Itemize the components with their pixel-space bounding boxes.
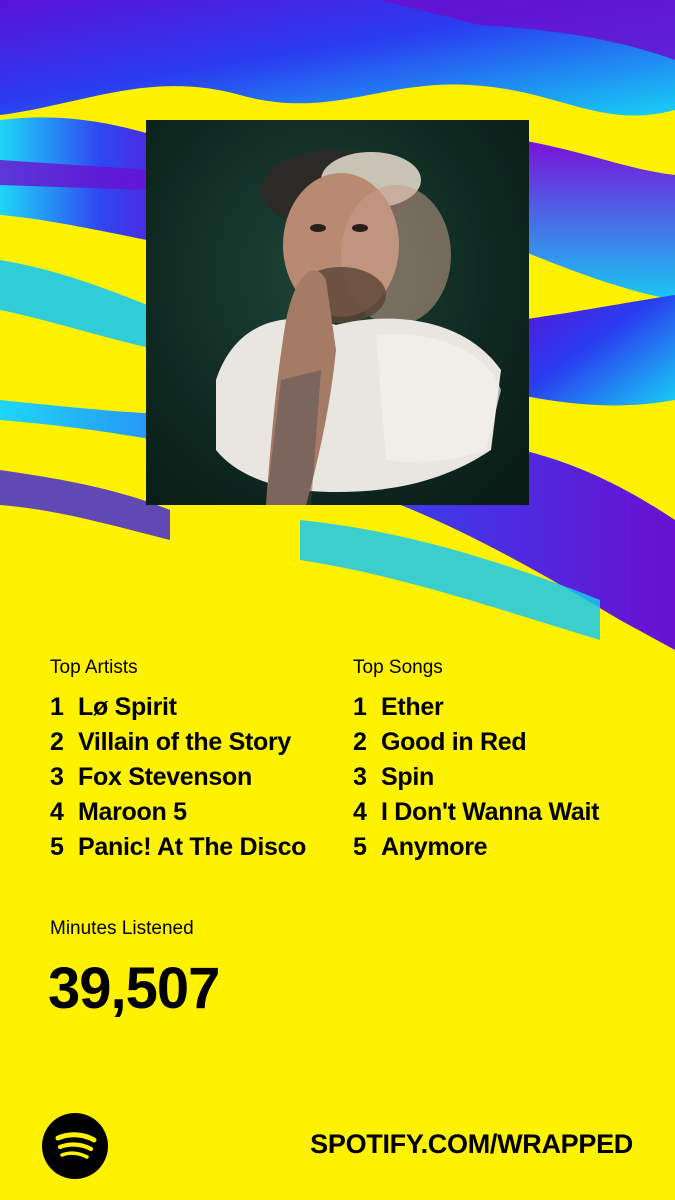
spotify-logo-icon[interactable] [42,1113,108,1179]
artist-name: Fox Stevenson [78,763,252,791]
song-name: Spin [381,763,434,791]
rank: 2 [353,728,367,756]
artist-name: Panic! At The Disco [78,833,307,861]
wrapped-stats: Top Artists 1 Lø Spirit 2 Villain of the S… [0,0,675,1200]
song-name: I Don't Wanna Wait [381,798,600,826]
list-item: 3 Fox Stevenson [50,760,306,795]
rank: 3 [50,763,64,791]
artist-name: Maroon 5 [78,798,187,826]
list-item: 2 Good in Red [353,725,599,760]
song-name: Anymore [381,833,488,861]
list-item: 2 Villain of the Story [50,725,306,760]
list-item: 5 Anymore [353,830,599,865]
artist-name: Villain of the Story [78,728,292,756]
list-item: 4 Maroon 5 [50,795,306,830]
list-item: 5 Panic! At The Disco [50,830,306,865]
rank: 4 [50,798,64,826]
top-songs-list: Top Songs 1 Ether 2 Good in Red 3 Spin 4 I D… [353,656,599,865]
list-item: 1 Ether [353,690,599,725]
rank: 4 [353,798,367,826]
wrapped-url-link[interactable]: SPOTIFY.COM/WRAPPED [310,1126,633,1162]
rank: 5 [353,833,367,861]
rank: 5 [50,833,64,861]
top-songs-title: Top Songs [353,657,443,678]
list-item: 4 I Don't Wanna Wait [353,795,599,830]
song-name: Good in Red [381,728,527,756]
list-item: 3 Spin [353,760,599,795]
minutes-listened-value: 39,507 [48,956,220,1021]
rank: 1 [50,693,64,721]
rank: 1 [353,693,367,721]
artist-name: Lø Spirit [78,693,177,721]
song-name: Ether [381,693,444,721]
rank: 3 [353,763,367,791]
list-item: 1 Lø Spirit [50,690,306,725]
rank: 2 [50,728,64,756]
top-artists-list: Top Artists 1 Lø Spirit 2 Villain of the S… [50,656,306,865]
minutes-listened-label: Minutes Listened [50,918,194,939]
top-artists-title: Top Artists [50,657,138,678]
